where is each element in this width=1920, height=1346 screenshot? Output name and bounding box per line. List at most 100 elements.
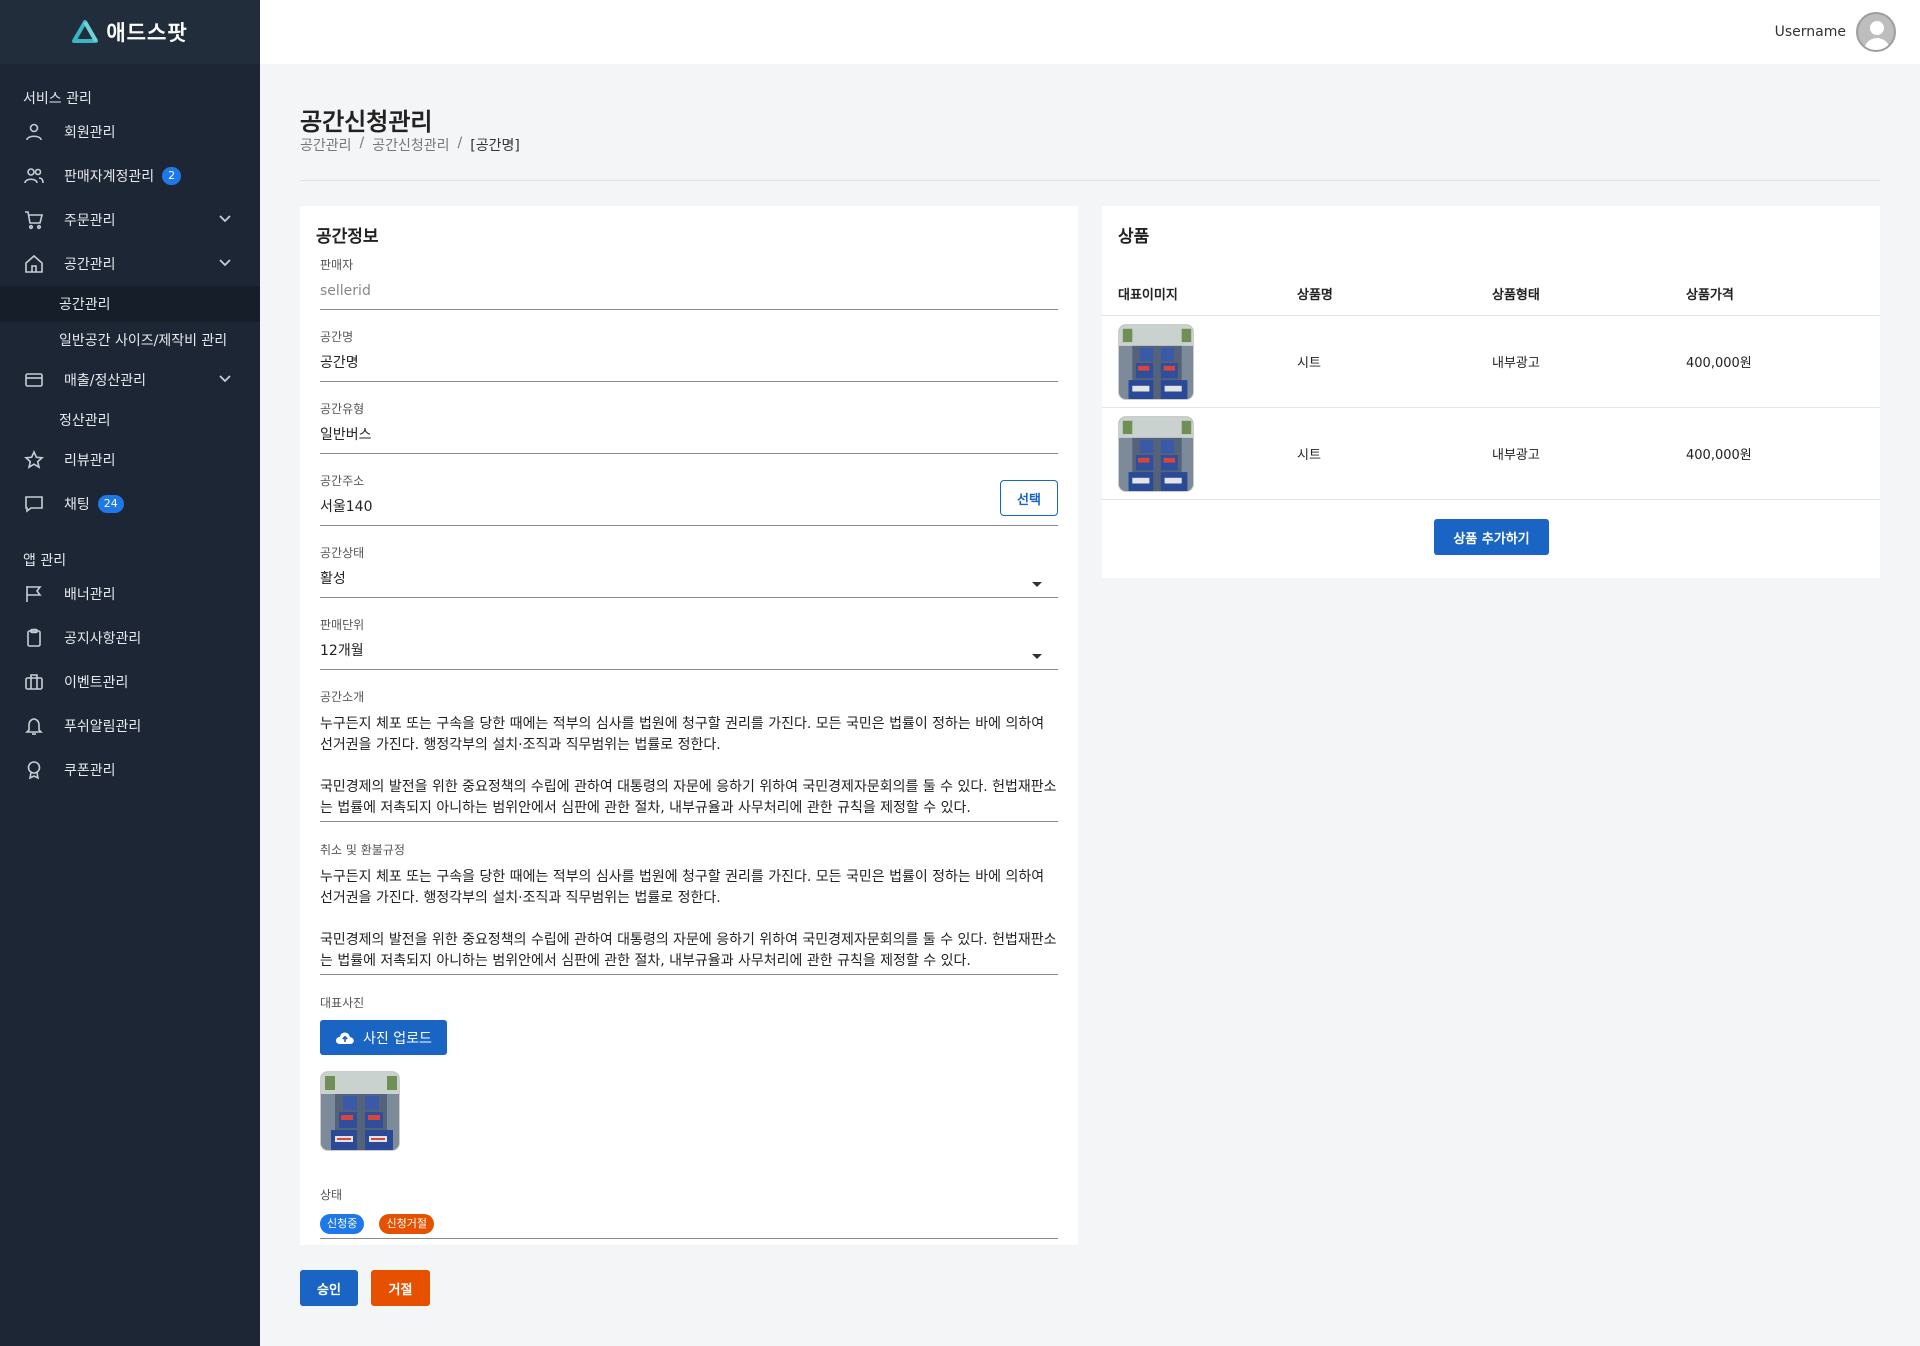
- sidebar-item-label: 회원관리: [64, 125, 116, 141]
- sellers-count-badge: 2: [162, 167, 182, 185]
- refund-paragraph: 누구든지 체포 또는 구속을 당한 때에는 적부의 심사를 법원에 청구할 권리…: [320, 869, 1045, 906]
- breadcrumb: 공간관리 / 공간신청관리 / [공간명]: [300, 135, 520, 155]
- column-header: 대표이미지: [1118, 288, 1178, 303]
- sidebar-item-label: 공지사항관리: [64, 631, 142, 647]
- card-icon: [23, 369, 45, 391]
- sidebar-item-coupons[interactable]: 쿠폰관리: [0, 748, 260, 792]
- field-label: 공간명: [320, 330, 354, 344]
- sidebar-item-label: 푸쉬알림관리: [64, 719, 142, 735]
- people-icon: [23, 165, 45, 187]
- space-info-title: 공간정보: [316, 227, 379, 247]
- sidebar-item-notices[interactable]: 공지사항관리: [0, 616, 260, 660]
- space-address-value[interactable]: 서울140: [320, 498, 1058, 526]
- product-type: 내부광고: [1492, 356, 1540, 371]
- add-product-button[interactable]: 상품 추가하기: [1434, 519, 1549, 555]
- sidebar-item-label: 배너관리: [64, 587, 116, 603]
- chat-icon: [23, 493, 45, 515]
- field-label: 공간유형: [320, 402, 365, 416]
- field-label: 판매단위: [320, 618, 365, 632]
- status-chip-applying[interactable]: 신청중: [320, 1214, 365, 1234]
- cart-icon: [23, 209, 45, 231]
- chevron-down-icon[interactable]: [218, 212, 232, 226]
- sidebar-item-chat[interactable]: 채팅 24: [0, 482, 260, 526]
- breadcrumb-separator: /: [359, 135, 365, 151]
- seller-field[interactable]: 판매자 sellerid: [320, 256, 1058, 310]
- home-icon: [23, 253, 45, 275]
- space-info-card: 공간정보 판매자 sellerid 공간명 공간명 공간유형 일반버스 공간주소…: [300, 206, 1078, 1245]
- avatar[interactable]: [1856, 12, 1896, 52]
- product-name: 시트: [1297, 356, 1321, 371]
- chevron-down-icon[interactable]: [218, 372, 232, 386]
- products-title: 상품: [1118, 227, 1150, 247]
- field-label: 취소 및 환불규정: [320, 843, 405, 857]
- field-label: 공간소개: [320, 690, 365, 704]
- logo-text: 애드스팟: [106, 21, 188, 45]
- photo-upload-button[interactable]: 사진 업로드: [320, 1020, 447, 1055]
- sidebar-item-push[interactable]: 푸쉬알림관리: [0, 704, 260, 748]
- status-chips: 신청중 신청거절: [320, 1212, 1058, 1239]
- sidebar-subitem-space-size[interactable]: 일반공간 사이즈/제작비 관리: [0, 322, 260, 358]
- space-intro-field[interactable]: 공간소개 누구든지 체포 또는 구속을 당한 때에는 적부의 심사를 법원에 청…: [320, 688, 1058, 822]
- cloud-upload-icon: [336, 1032, 354, 1044]
- photo-field: 대표사진 사진 업로드: [320, 994, 1058, 1151]
- field-label: 공간상태: [320, 546, 365, 560]
- logo[interactable]: 애드스팟: [0, 0, 260, 64]
- sidebar-item-spaces[interactable]: 공간관리: [0, 242, 260, 286]
- column-header: 상품형태: [1492, 288, 1540, 303]
- product-price: 400,000원: [1686, 356, 1752, 371]
- product-image: [1118, 415, 1194, 492]
- status-chip-rejected[interactable]: 신청거절: [379, 1214, 434, 1234]
- section-service-management: 서비스 관리: [23, 91, 92, 107]
- sidebar-item-events[interactable]: 이벤트관리: [0, 660, 260, 704]
- table-row[interactable]: 시트 내부광고 400,000원: [1102, 316, 1880, 408]
- sidebar-subitem-settlement[interactable]: 정산관리: [0, 402, 260, 438]
- chevron-down-icon[interactable]: [218, 256, 232, 270]
- bus-interior-image: [1119, 324, 1193, 399]
- space-address-field[interactable]: 공간주소 서울140 선택: [320, 472, 1058, 526]
- address-select-button[interactable]: 선택: [1000, 480, 1058, 516]
- chat-count-badge: 24: [97, 495, 124, 513]
- sidebar-item-orders[interactable]: 주문관리: [0, 198, 260, 242]
- sidebar-subitem-space-apply[interactable]: 공간관리: [0, 286, 260, 322]
- field-label: 대표사진: [320, 996, 365, 1010]
- sidebar: 애드스팟 서비스 관리 회원관리 판매자계정관리 2 주문관리 공간관리 공간관…: [0, 0, 260, 1346]
- sale-unit-select[interactable]: 판매단위 12개월: [320, 616, 1058, 670]
- breadcrumb-item[interactable]: 공간신청관리: [372, 135, 449, 155]
- intro-paragraph: 국민경제의 발전을 위한 중요정책의 수립에 관하여 대통령의 자문에 응하기 …: [320, 779, 1057, 816]
- star-icon: [23, 449, 45, 471]
- sidebar-item-label: 매출/정산관리: [64, 373, 146, 389]
- sidebar-item-reviews[interactable]: 리뷰관리: [0, 438, 260, 482]
- page-title: 공간신청관리: [300, 108, 433, 136]
- section-app-management: 앱 관리: [23, 553, 67, 569]
- breadcrumb-item[interactable]: 공간관리: [300, 135, 352, 155]
- dropdown-arrow-icon[interactable]: [1032, 654, 1042, 659]
- space-type-field[interactable]: 공간유형 일반버스: [320, 400, 1058, 454]
- sale-unit-value[interactable]: 12개월: [320, 642, 1058, 670]
- sidebar-item-banners[interactable]: 배너관리: [0, 572, 260, 616]
- space-name-value[interactable]: 공간명: [320, 354, 1058, 382]
- sidebar-item-sellers[interactable]: 판매자계정관리 2: [0, 154, 260, 198]
- space-status-value[interactable]: 활성: [320, 570, 1058, 598]
- refund-policy-textarea[interactable]: 누구든지 체포 또는 구속을 당한 때에는 적부의 심사를 법원에 청구할 권리…: [320, 867, 1058, 975]
- reject-button[interactable]: 거절: [371, 1270, 430, 1306]
- product-type: 내부광고: [1492, 448, 1540, 463]
- table-row[interactable]: 시트 내부광고 400,000원: [1102, 408, 1880, 500]
- intro-paragraph: 누구든지 체포 또는 구속을 당한 때에는 적부의 심사를 법원에 청구할 권리…: [320, 716, 1045, 753]
- bus-interior-image: [1119, 416, 1193, 491]
- logo-icon: [72, 20, 99, 43]
- space-status-select[interactable]: 공간상태 활성: [320, 544, 1058, 598]
- approve-button[interactable]: 승인: [300, 1270, 358, 1306]
- refund-policy-field[interactable]: 취소 및 환불규정 누구든지 체포 또는 구속을 당한 때에는 적부의 심사를 …: [320, 841, 1058, 975]
- sidebar-item-members[interactable]: 회원관리: [0, 110, 260, 154]
- seller-value[interactable]: sellerid: [320, 282, 1058, 310]
- user-menu[interactable]: Username: [1775, 12, 1896, 52]
- representative-photo[interactable]: [320, 1071, 400, 1151]
- briefcase-icon: [23, 671, 45, 693]
- dropdown-arrow-icon[interactable]: [1032, 582, 1042, 587]
- clipboard-icon: [23, 627, 45, 649]
- space-name-field[interactable]: 공간명 공간명: [320, 328, 1058, 382]
- space-intro-textarea[interactable]: 누구든지 체포 또는 구속을 당한 때에는 적부의 심사를 법원에 청구할 권리…: [320, 714, 1058, 822]
- space-type-value[interactable]: 일반버스: [320, 426, 1058, 454]
- sidebar-item-sales[interactable]: 매출/정산관리: [0, 358, 260, 402]
- topbar: Username: [260, 0, 1920, 64]
